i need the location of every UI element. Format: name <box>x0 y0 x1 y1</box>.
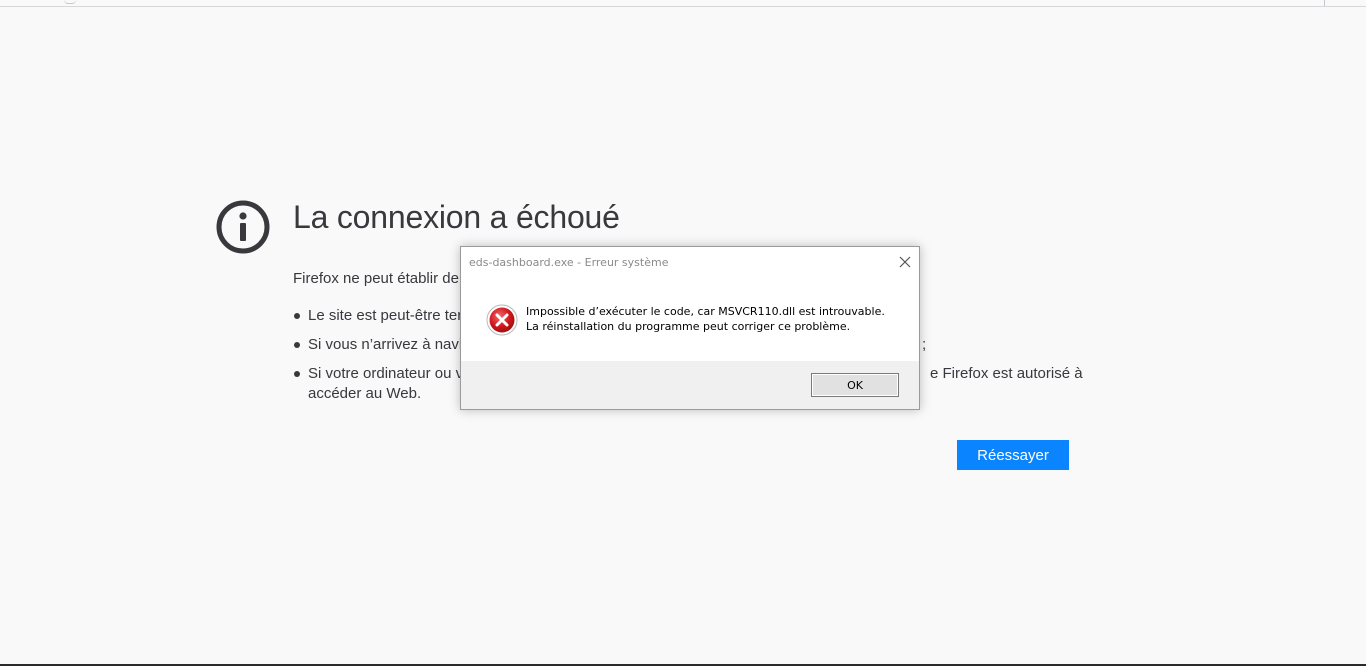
suggestion-tail-text: ; <box>922 336 927 353</box>
info-circle-icon <box>216 200 270 254</box>
retry-button[interactable]: Réessayer <box>957 440 1069 470</box>
error-x-icon <box>486 304 518 336</box>
suggestion-second-line: accéder au Web. <box>308 385 422 402</box>
ok-button[interactable]: OK <box>811 373 899 397</box>
browser-viewport: La connexion a échoué Firefox ne peut ét… <box>0 0 1366 666</box>
suggestion-tail-text: e Firefox est autorisé à <box>930 365 1083 382</box>
suggestion-text: Si votre ordinateur ou v <box>308 365 464 382</box>
page-title: La connexion a échoué <box>293 199 620 235</box>
dialog-message: Impossible d’exécuter le code, car MSVCR… <box>526 305 885 333</box>
error-intro-text: Firefox ne peut établir de <box>293 270 459 287</box>
dialog-title: eds-dashboard.exe - Erreur système <box>469 256 669 269</box>
dialog-footer: OK <box>461 361 919 409</box>
suggestion-text: Si vous n’arrivez à navig <box>308 336 471 353</box>
system-error-dialog: eds-dashboard.exe - Erreur système Impos… <box>460 246 920 410</box>
close-icon[interactable] <box>894 252 916 272</box>
suggestion-text: Le site est peut-être ter <box>308 307 463 324</box>
